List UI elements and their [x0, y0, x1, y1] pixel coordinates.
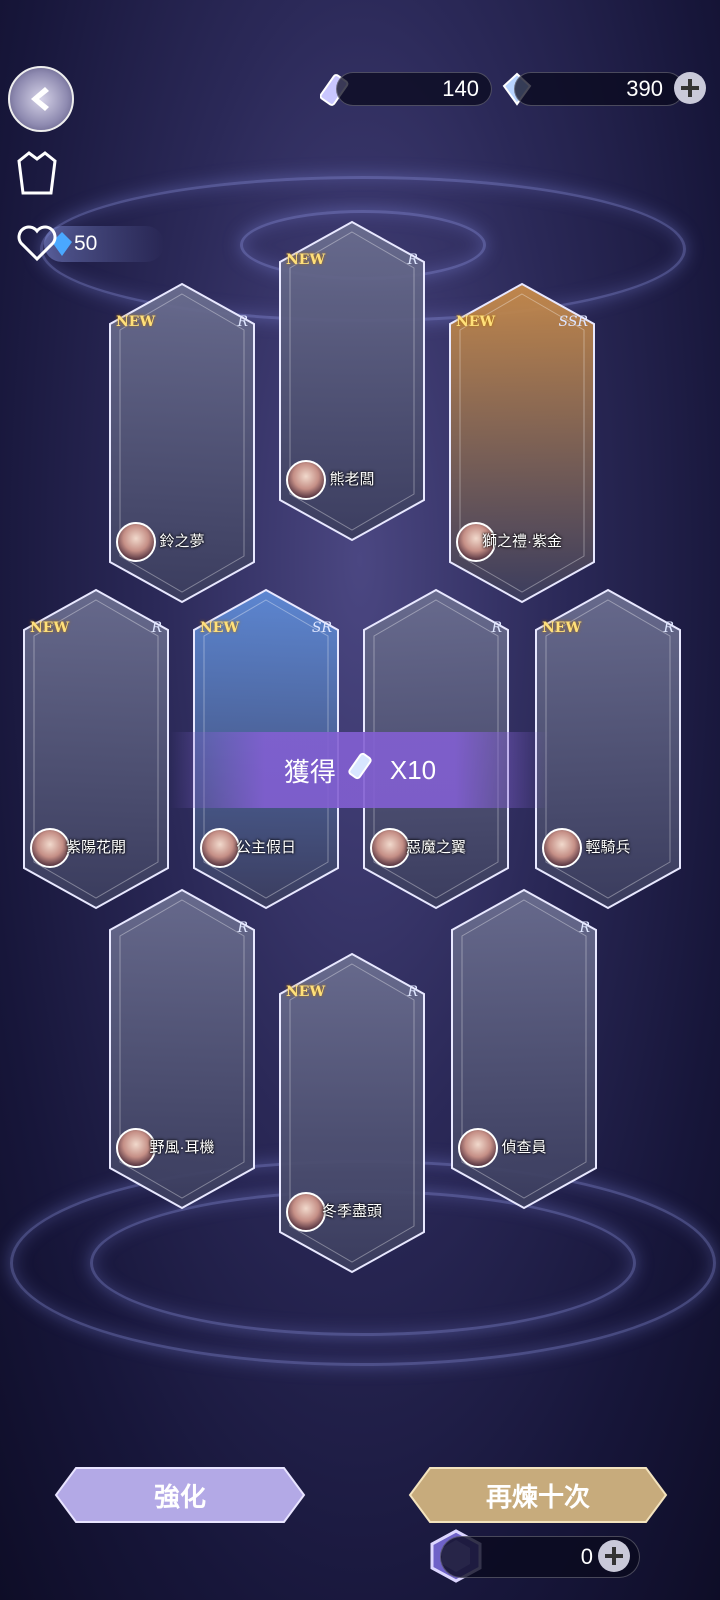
rarity-label: R [407, 984, 418, 1000]
reward-card[interactable]: NEW R 輕騎兵 [534, 588, 682, 910]
item-illustration [292, 280, 412, 480]
obtain-label: 獲得 [283, 756, 336, 787]
reward-card[interactable]: NEW R 紫陽花開 [22, 588, 170, 910]
obtain-banner: 獲得 X10 [170, 732, 550, 808]
new-tag: NEW [286, 984, 326, 1000]
item-illustration [464, 948, 584, 1148]
new-tag: NEW [286, 252, 326, 268]
plus-icon [681, 79, 699, 97]
rarity-label: SR [311, 620, 332, 636]
item-illustration [548, 648, 668, 848]
item-name: 獅之禮·紫金 [482, 533, 562, 550]
refine-ten-button[interactable]: 再煉十次 [408, 1466, 668, 1524]
ticket-counter: 140 [336, 72, 492, 106]
rarity-label: R [237, 920, 248, 936]
new-tag: NEW [542, 620, 582, 636]
add-material-button[interactable] [598, 1540, 630, 1572]
item-illustration [462, 342, 582, 542]
rarity-label: SSR [558, 314, 588, 330]
reward-card[interactable]: NEW R 冬季盡頭 [278, 952, 426, 1274]
item-name: 偵查員 [501, 1139, 547, 1156]
item-name: 紫陽花開 [65, 839, 126, 856]
ticket-count: 140 [442, 76, 479, 101]
rarity-label: R [237, 314, 248, 330]
enhance-label: 強化 [153, 1481, 206, 1512]
reward-card[interactable]: R 野風·耳機 [108, 888, 256, 1210]
add-crystal-button[interactable] [674, 72, 706, 104]
heart-button[interactable] [14, 220, 60, 266]
item-name: 野風·耳機 [149, 1139, 215, 1156]
item-name: 熊老闆 [329, 471, 375, 488]
item-name: 公主假日 [235, 839, 296, 856]
new-tag: NEW [30, 620, 70, 636]
rarity-label: R [407, 252, 418, 268]
item-name: 惡魔之翼 [405, 839, 466, 856]
heart-points: 50 [44, 226, 164, 262]
reward-card[interactable]: R 偵查員 [450, 888, 598, 1210]
reward-card[interactable]: NEW R 熊老闆 [278, 220, 426, 542]
item-name: 冬季盡頭 [321, 1203, 382, 1220]
rarity-label: R [151, 620, 162, 636]
heart-points-value: 50 [74, 232, 98, 255]
jacket-icon [17, 151, 57, 195]
reward-card[interactable]: NEW SSR 獅之禮·紫金 [448, 282, 596, 604]
new-tag: NEW [200, 620, 240, 636]
new-tag: NEW [116, 314, 156, 330]
outfit-button[interactable] [14, 150, 60, 196]
item-name: 輕騎兵 [585, 839, 631, 856]
ticket-icon-small [348, 750, 378, 791]
reward-card[interactable]: NEW R 鈴之夢 [108, 282, 256, 604]
material-count: 0 [580, 1544, 593, 1569]
obtain-amount: X10 [389, 754, 437, 785]
crystal-count: 390 [626, 76, 663, 101]
item-illustration [292, 1012, 412, 1212]
back-button[interactable] [8, 66, 74, 132]
refine-ten-label: 再煉十次 [485, 1481, 590, 1512]
item-illustration [36, 648, 156, 848]
enhance-button[interactable]: 強化 [54, 1466, 306, 1524]
item-illustration [122, 948, 242, 1148]
plus-icon [605, 1547, 623, 1565]
rarity-label: R [579, 920, 590, 936]
item-illustration [122, 342, 242, 542]
rarity-label: R [491, 620, 502, 636]
heart-refresh-icon [17, 225, 57, 262]
rarity-label: R [663, 620, 674, 636]
crystal-counter: 390 [514, 72, 684, 106]
new-tag: NEW [456, 314, 496, 330]
item-name: 鈴之夢 [159, 533, 205, 550]
back-arrow-icon [31, 87, 49, 111]
